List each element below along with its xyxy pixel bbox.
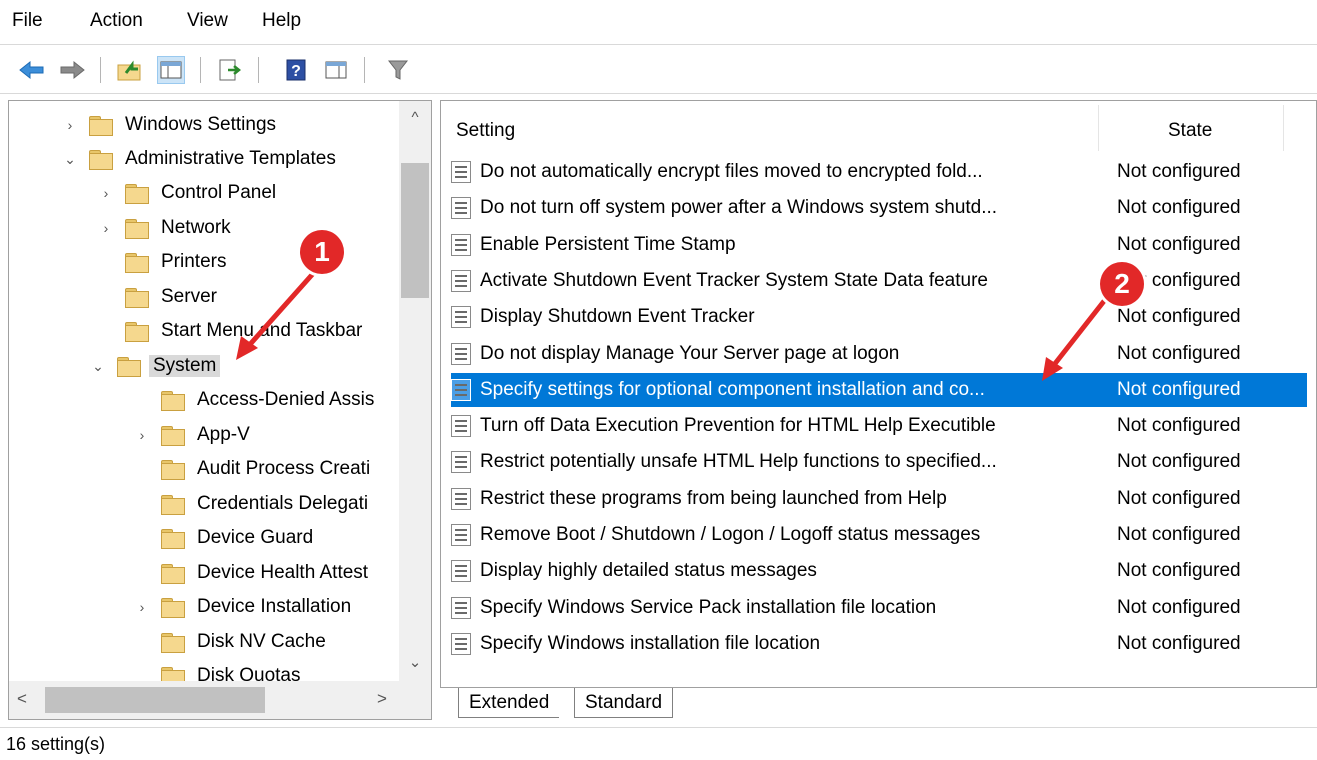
- annotation-arrows: [236, 265, 1111, 381]
- annotation-badge-1: 1: [300, 230, 344, 274]
- annotation-badge-2: 2: [1100, 262, 1144, 306]
